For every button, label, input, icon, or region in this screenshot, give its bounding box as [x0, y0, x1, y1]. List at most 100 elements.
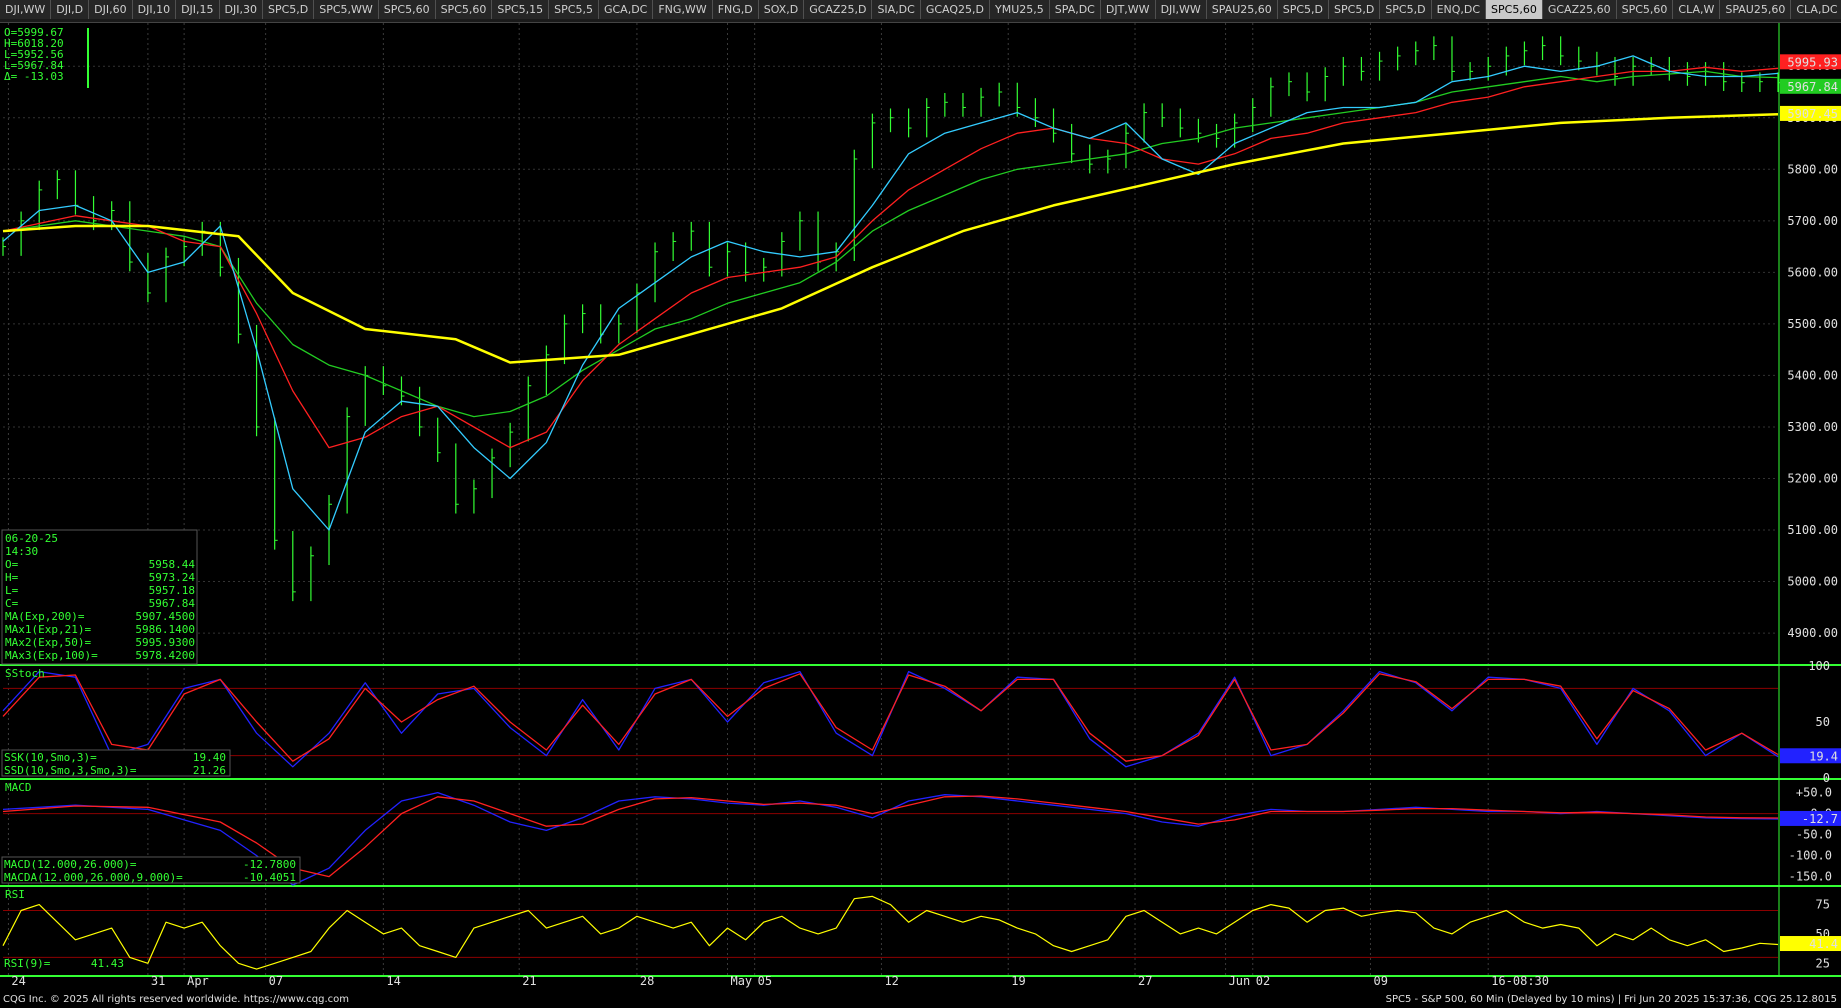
- chart-tab[interactable]: DJI,WW: [0, 0, 52, 19]
- date-axis-label: 05: [758, 974, 772, 988]
- info-label: MAx1(Exp,21)=: [5, 623, 91, 636]
- rsi-value: 41.43: [91, 957, 124, 970]
- last-value-label: 5995.93: [1787, 55, 1838, 69]
- date-axis-label: 19: [1011, 974, 1025, 988]
- quote-box-marker: [87, 28, 89, 88]
- stoch-axis-tick: 0: [1823, 771, 1830, 785]
- chart-tab[interactable]: SPC5,D: [1380, 0, 1432, 19]
- macd-value: -12.7800: [243, 858, 296, 871]
- last-value-label: 5967.84: [1787, 80, 1838, 94]
- chart-tab[interactable]: SPC5,60: [1616, 0, 1674, 19]
- info-value: 5986.1400: [135, 623, 195, 636]
- stoch-value: 19.40: [193, 751, 226, 764]
- info-label: C=: [5, 597, 19, 610]
- chart-tab[interactable]: YMU25,5: [990, 0, 1050, 19]
- info-value: 5907.4500: [135, 610, 195, 623]
- info-label: L=: [5, 584, 19, 597]
- macd-axis-tick: -150.0: [1789, 870, 1832, 884]
- macd-axis-tick: +50.0: [1796, 786, 1832, 800]
- chart-tab[interactable]: ENQ,DC: [1431, 0, 1487, 19]
- info-date: 06-20-25: [5, 532, 58, 545]
- rsi-axis-tick: 25: [1816, 956, 1830, 970]
- footer: CQG Inc. © 2025 All rights reserved worl…: [0, 994, 1841, 1008]
- chart-tab[interactable]: DJI,D: [51, 0, 90, 19]
- info-label: MA(Exp,200)=: [5, 610, 85, 623]
- chart-tab[interactable]: CLA,W: [1673, 0, 1721, 19]
- info-label: O=: [5, 558, 19, 571]
- chart-tab[interactable]: DJT,WW: [1100, 0, 1156, 19]
- chart-tab[interactable]: SPC5,WW: [314, 0, 379, 19]
- price-axis-tick: 5400.00: [1787, 368, 1838, 382]
- chart-tab[interactable]: DJI,15: [176, 0, 220, 19]
- date-axis-label: 21: [522, 974, 536, 988]
- price-axis-tick: 5100.00: [1787, 523, 1838, 537]
- chart-tab[interactable]: DJI,60: [89, 0, 133, 19]
- price-axis-tick: 5800.00: [1787, 162, 1838, 176]
- date-axis-label: 09: [1373, 974, 1387, 988]
- price-axis-tick: 5600.00: [1787, 265, 1838, 279]
- chart-tab[interactable]: FNG,D: [712, 0, 759, 19]
- chart-tab[interactable]: GCAQ25,D: [920, 0, 991, 19]
- rsi-last-label: 41.4: [1809, 937, 1838, 951]
- date-axis-label: 14: [386, 974, 400, 988]
- macd-value-label: MACDA(12.000,26.000,9.000)=: [4, 871, 183, 884]
- macd-value: -10.4051: [243, 871, 296, 884]
- info-value: 5973.24: [149, 571, 196, 584]
- chart-tab-bar: DJI,WW DJI,D DJI,60 DJI,10 DJI,15 DJI,30 SPC5,…: [0, 0, 1841, 23]
- rsi-axis-tick: 75: [1816, 898, 1830, 912]
- stoch-title: SStoch: [5, 667, 45, 680]
- stoch-last-label: 19.4: [1809, 749, 1838, 763]
- price-axis-tick: 5000.00: [1787, 575, 1838, 589]
- chart-tab[interactable]: DJI,30: [219, 0, 263, 19]
- chart-tab[interactable]: SOX,D: [758, 0, 805, 19]
- date-axis-label: May: [730, 974, 752, 988]
- macd-axis-tick: -50.0: [1796, 828, 1832, 842]
- chart-tab[interactable]: SPC5,D: [262, 0, 315, 19]
- footer-instrument-info: SPC5 - S&P 500, 60 Min (Delayed by 10 mi…: [1385, 994, 1837, 1005]
- chart-tab[interactable]: GCAZ25,D: [804, 0, 873, 19]
- rsi-value-label: RSI(9)=: [4, 957, 51, 970]
- stoch-axis-tick: 50: [1816, 715, 1830, 729]
- info-value: 5978.4200: [135, 649, 195, 662]
- chart-tab[interactable]: SPC5,60: [378, 0, 436, 19]
- chart-tab[interactable]: GCA,DC: [598, 0, 654, 19]
- price-axis-tick: 5500.00: [1787, 317, 1838, 331]
- chart-area[interactable]: 4900.00 5000.00 5100.00 5200.00 5300.00 5400.…: [0, 23, 1841, 994]
- info-label: H=: [5, 571, 19, 584]
- stoch-value-label: SSK(10,Smo,3)=: [4, 751, 97, 764]
- stoch-value: 21.26: [193, 764, 226, 777]
- chart-tab[interactable]: DJI,WW: [1155, 0, 1207, 19]
- chart-tab[interactable]: SPC5,D: [1329, 0, 1381, 19]
- chart-tab[interactable]: DJI,10: [132, 0, 177, 19]
- chart-tab[interactable]: CLA,DC: [1791, 0, 1841, 19]
- chart-tab[interactable]: SPAU25,60: [1206, 0, 1278, 19]
- macd-title: MACD: [5, 781, 32, 794]
- date-axis-label: 31: [151, 974, 165, 988]
- date-axis-label: 24: [11, 974, 25, 988]
- chart-tab[interactable]: SPC5,D: [1277, 0, 1330, 19]
- chart-tab[interactable]: FNG,WW: [653, 0, 713, 19]
- stoch-axis-tick: 100: [1808, 659, 1830, 673]
- chart-tab[interactable]: SPC5,15: [492, 0, 550, 19]
- date-axis-label: 16-08:30: [1491, 974, 1549, 988]
- price-axis-tick: 5700.00: [1787, 214, 1838, 228]
- chart-tab[interactable]: GCAZ25,60: [1542, 0, 1617, 19]
- date-axis-label: Apr: [187, 974, 209, 988]
- chart-tab[interactable]: SPA,DC: [1049, 0, 1101, 19]
- chart-tab[interactable]: SPC5,5: [549, 0, 599, 19]
- info-value: 5957.18: [149, 584, 195, 597]
- info-label: MAx2(Exp,50)=: [5, 636, 91, 649]
- macd-axis-tick: -100.0: [1789, 849, 1832, 863]
- info-label: MAx3(Exp,100)=: [5, 649, 98, 662]
- chart-tab[interactable]: SPC5,60: [435, 0, 493, 19]
- date-axis-label: Jun: [1229, 974, 1251, 988]
- chart-tab[interactable]: SPC5,60: [1486, 0, 1543, 19]
- date-axis-label: 28: [640, 974, 654, 988]
- price-axis-tick: 5200.00: [1787, 471, 1838, 485]
- macd-value-label: MACD(12.000,26.000)=: [4, 858, 137, 871]
- chart-tab[interactable]: SPAU25,60: [1720, 0, 1792, 19]
- price-axis-tick: 5300.00: [1787, 420, 1838, 434]
- chart-tab[interactable]: SIA,DC: [872, 0, 921, 19]
- info-value: 5967.84: [149, 597, 196, 610]
- last-value-label: 5907.45: [1787, 107, 1838, 121]
